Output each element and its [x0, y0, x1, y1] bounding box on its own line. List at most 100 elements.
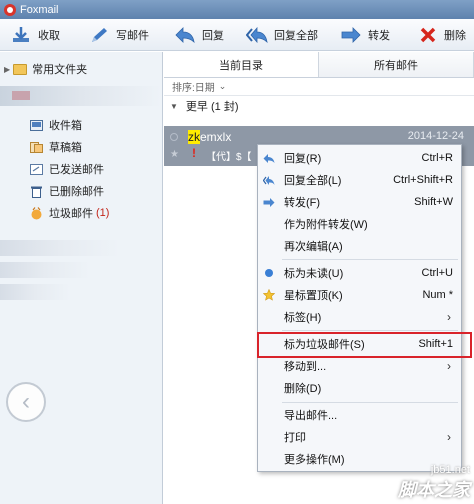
mail-group-label: 更早 (1 封) — [185, 101, 239, 113]
menu-item-forward[interactable]: 转发(F) Shift+W — [258, 191, 461, 213]
chevron-left-icon: ‹ — [22, 388, 30, 415]
collapse-triangle-icon[interactable]: ▼ — [170, 102, 178, 111]
sender-rest: emxlx — [200, 130, 232, 144]
menu-item-label: 转发(F) — [284, 197, 321, 209]
junk-icon — [30, 206, 43, 220]
menu-item-label: 再次编辑(A) — [284, 241, 343, 253]
collapse-nav-button[interactable]: ‹ — [6, 382, 46, 422]
reply-all-icon — [246, 25, 268, 45]
reply-all-button[interactable]: 回复全部 — [236, 19, 330, 51]
reply-icon — [263, 152, 275, 164]
delete-button[interactable]: 删除 — [408, 19, 474, 51]
sidebar-item-label: 垃圾邮件 — [49, 208, 93, 220]
trash-icon — [30, 185, 43, 198]
mail-group-header[interactable]: ▼ 更早 (1 封) — [164, 96, 474, 116]
watermark: jb51.net 脚本之家 — [398, 464, 470, 502]
reply-label: 回复 — [202, 29, 224, 42]
blurred-account-row — [0, 240, 120, 256]
menu-item-tags[interactable]: 标签(H) › — [258, 306, 461, 328]
menu-item-shortcut: Ctrl+U — [421, 267, 453, 279]
forward-button[interactable]: 转发 — [330, 19, 408, 51]
favorite-folders-header[interactable]: ▶ 常用文件夹 — [0, 52, 162, 86]
delete-x-icon — [418, 25, 438, 45]
reply-all-icon — [263, 174, 275, 186]
sidebar-item-drafts[interactable]: 草稿箱 — [0, 136, 162, 158]
menu-item-edit-again[interactable]: 再次编辑(A) — [258, 235, 461, 257]
account-bar[interactable] — [0, 86, 162, 106]
menu-item-reply[interactable]: 回复(R) Ctrl+R — [258, 147, 461, 169]
menu-separator — [282, 330, 458, 331]
watermark-url: jb51.net — [430, 464, 470, 476]
tab-current-folder[interactable]: 当前目录 — [164, 52, 319, 77]
drafts-icon — [30, 141, 43, 154]
submenu-arrow-icon: › — [447, 430, 451, 444]
junk-count-badge: (1) — [96, 207, 110, 219]
sidebar-item-inbox[interactable]: 收件箱 — [0, 114, 162, 136]
inbox-icon — [30, 119, 43, 132]
sidebar-item-sent[interactable]: 已发送邮件 — [0, 158, 162, 180]
star-icon — [263, 289, 275, 301]
menu-item-shortcut: Shift+W — [414, 196, 453, 208]
receive-label: 收取 — [38, 29, 60, 42]
download-icon — [10, 25, 32, 45]
blurred-account-row — [0, 262, 90, 278]
toolbar: 收取 写邮件 回复 回复全部 转发 删除 — [0, 19, 474, 51]
forward-icon — [263, 196, 275, 208]
sidebar-item-label: 已删除邮件 — [49, 186, 104, 198]
account-avatar — [12, 91, 30, 100]
delete-label: 删除 — [444, 29, 466, 42]
compose-label: 写邮件 — [116, 29, 149, 42]
sidebar-item-deleted[interactable]: 已删除邮件 — [0, 180, 162, 202]
forward-icon — [340, 25, 362, 45]
unread-dot-icon — [263, 267, 275, 279]
foxmail-logo-icon — [4, 3, 16, 16]
menu-separator — [282, 259, 458, 260]
tab-all-mail[interactable]: 所有邮件 — [319, 52, 474, 77]
annotation-highlight-box — [257, 332, 472, 358]
app-title: Foxmail — [20, 3, 59, 16]
expand-triangle-icon[interactable]: ▶ — [4, 65, 10, 74]
receive-button[interactable]: 收取 — [0, 19, 78, 51]
menu-item-star-top[interactable]: 星标置顶(K) Num * — [258, 284, 461, 306]
reply-button[interactable]: 回复 — [164, 19, 236, 51]
menu-item-move-to[interactable]: 移动到... › — [258, 355, 461, 377]
reply-all-label: 回复全部 — [274, 29, 318, 42]
menu-item-forward-as-attachment[interactable]: 作为附件转发(W) — [258, 213, 461, 235]
pen-icon — [88, 25, 110, 45]
watermark-brand: 脚本之家 — [398, 480, 470, 500]
menu-item-label: 星标置顶(K) — [284, 290, 343, 302]
submenu-arrow-icon: › — [447, 310, 451, 324]
menu-item-mark-unread[interactable]: 标为未读(U) Ctrl+U — [258, 262, 461, 284]
sort-label: 排序:日期 — [172, 83, 215, 94]
sidebar-item-label: 收件箱 — [49, 120, 82, 132]
menu-item-shortcut: Num * — [422, 289, 453, 301]
sidebar-item-label: 草稿箱 — [49, 142, 82, 154]
unread-dot-icon[interactable] — [170, 133, 178, 141]
favorite-folders-label: 常用文件夹 — [32, 64, 88, 76]
compose-button[interactable]: 写邮件 — [78, 19, 164, 51]
star-icon[interactable]: ★ — [170, 149, 179, 160]
sidebar-item-junk[interactable]: 垃圾邮件 (1) — [0, 202, 162, 224]
menu-item-print[interactable]: 打印 › — [258, 426, 461, 448]
menu-item-reply-all[interactable]: 回复全部(L) Ctrl+Shift+R — [258, 169, 461, 191]
menu-item-label: 作为附件转发(W) — [284, 219, 368, 231]
sort-dropdown[interactable]: 排序:日期 ⌄ — [164, 78, 474, 96]
important-icon: ! — [192, 146, 196, 160]
menu-item-export[interactable]: 导出邮件... — [258, 404, 461, 426]
mail-date: 2014-12-24 — [407, 130, 464, 142]
sidebar-item-label: 已发送邮件 — [49, 164, 104, 176]
menu-item-label: 更多操作(M) — [284, 454, 345, 466]
menu-item-label: 回复(R) — [284, 153, 322, 165]
menu-item-shortcut: Ctrl+Shift+R — [393, 174, 453, 186]
forward-label: 转发 — [368, 29, 390, 42]
blurred-account-row — [0, 284, 70, 300]
chevron-down-icon: ⌄ — [218, 81, 227, 91]
folder-pane: ▶ 常用文件夹 收件箱 草稿箱 已发送邮件 已删除邮件 垃圾邮件 (1) ‹ — [0, 52, 163, 504]
menu-item-delete[interactable]: 删除(D) — [258, 377, 461, 399]
mail-sender: zkemxlx — [188, 130, 231, 144]
mail-list-tabs: 当前目录 所有邮件 — [164, 52, 474, 78]
context-menu: 回复(R) Ctrl+R 回复全部(L) Ctrl+Shift+R 转发(F) … — [257, 144, 462, 472]
menu-item-label: 标签(H) — [284, 312, 322, 324]
mail-subject: 【代】$【 — [206, 152, 252, 163]
sent-icon — [30, 163, 43, 176]
